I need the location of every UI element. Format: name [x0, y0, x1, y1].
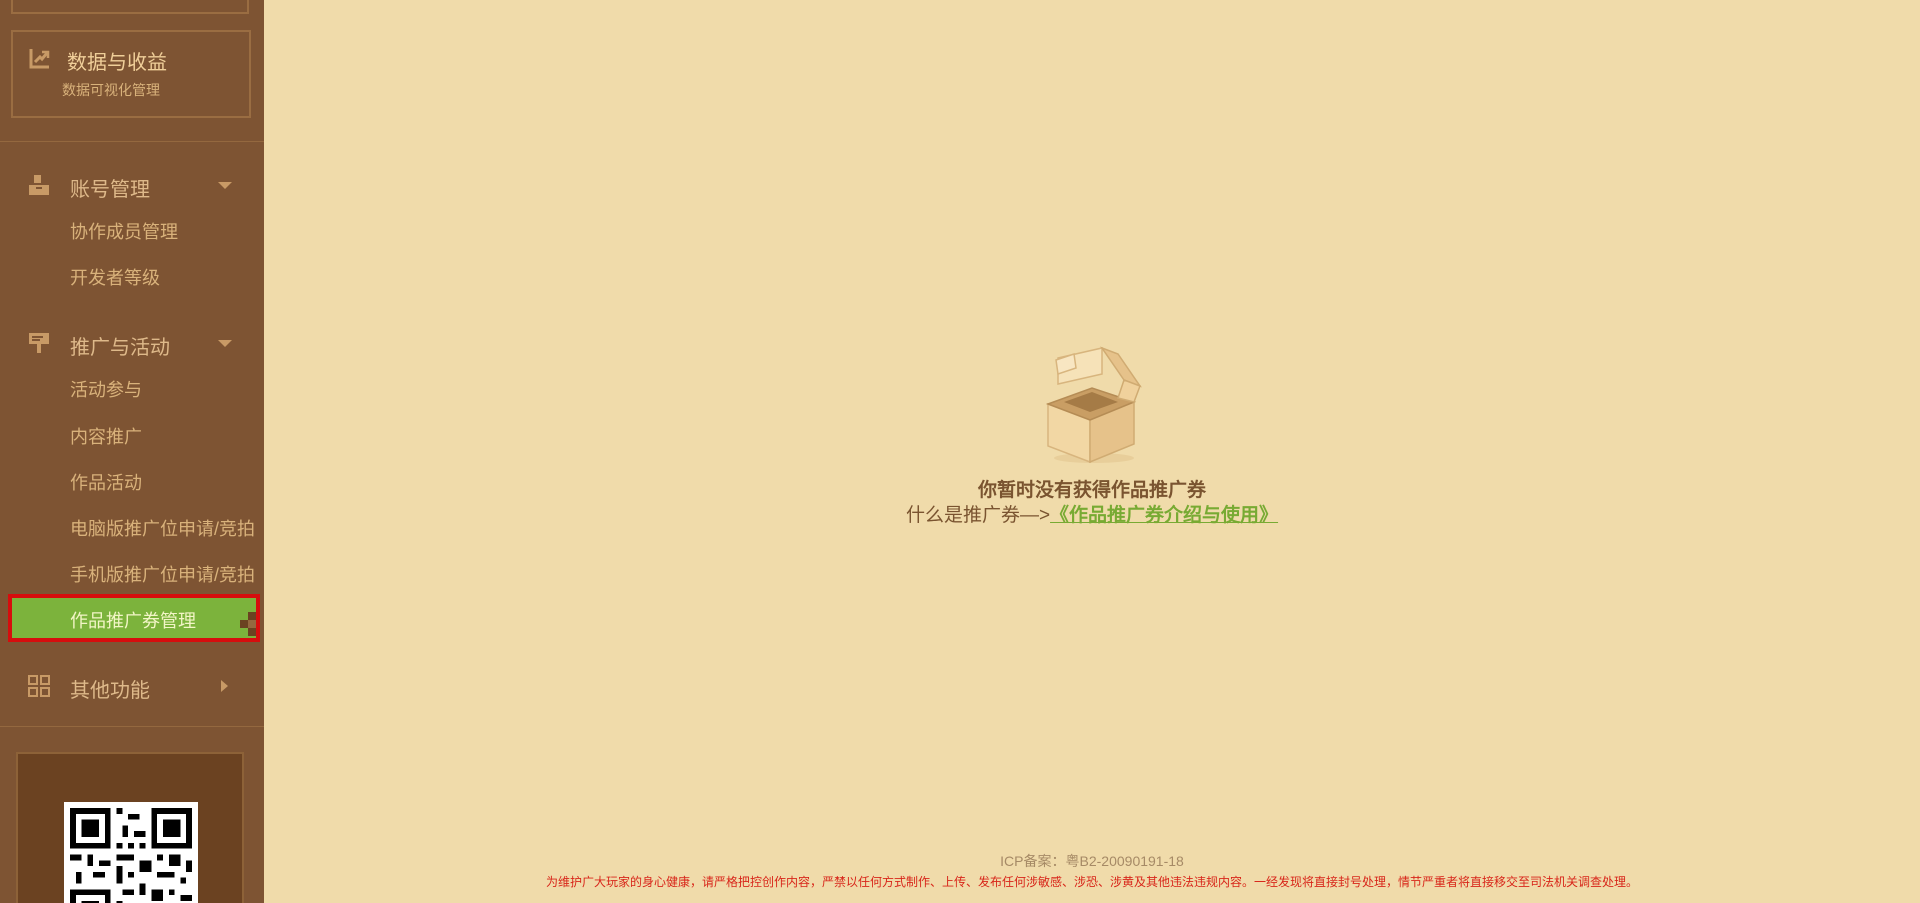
- divider: [0, 726, 264, 727]
- chevron-down-icon: [218, 182, 232, 189]
- sidebar-item-label: 作品活动: [70, 473, 142, 493]
- sidebar-item-developer-level[interactable]: 开发者等级: [0, 254, 264, 298]
- data-card-title: 数据与收益: [67, 52, 167, 74]
- sidebar-item-content-promotion[interactable]: 内容推广: [0, 413, 264, 457]
- qr-code-panel: [16, 752, 244, 903]
- menu-group-label: 推广与活动: [70, 337, 170, 359]
- chart-trend-icon: [29, 49, 50, 69]
- empty-state-title: 你暂时没有获得作品推广券: [977, 480, 1206, 501]
- sidebar-item-works-activity[interactable]: 作品活动: [0, 459, 264, 503]
- account-icon: [29, 175, 49, 195]
- chevron-down-icon: [218, 340, 232, 347]
- sidebar-item-label: 协作成员管理: [70, 222, 178, 242]
- qr-code-image: [64, 802, 198, 903]
- sidebar-item-collaborators[interactable]: 协作成员管理: [0, 208, 264, 252]
- menu-group-promotion[interactable]: 推广与活动: [0, 323, 264, 363]
- sidebar-item-pc-slot-bid[interactable]: 电脑版推广位申请/竞拍: [0, 505, 264, 549]
- coupon-intro-link[interactable]: 《作品推广券介绍与使用》: [1050, 505, 1278, 526]
- sidebar-item-label: 电脑版推广位申请/竞拍: [70, 519, 255, 539]
- chevron-right-icon: [221, 680, 228, 692]
- signboard-icon: [29, 333, 49, 353]
- empty-state-description: 什么是推广券—>《作品推广券介绍与使用》: [264, 500, 1920, 527]
- menu-group-label: 其他功能: [70, 680, 150, 702]
- menu-group-label: 账号管理: [70, 179, 150, 201]
- divider: [0, 141, 264, 142]
- data-revenue-card[interactable]: 数据与收益 数据可视化管理: [11, 30, 251, 118]
- active-corner-decoration-icon: [240, 612, 256, 636]
- sidebar: 数据与收益 数据可视化管理 账号管理 协作成员管理 开发者等级 推广与活动 活动…: [0, 0, 264, 903]
- top-card-partial[interactable]: [11, 0, 249, 14]
- open-box-icon: [1045, 346, 1142, 464]
- main-content: 你暂时没有获得作品推广券 什么是推广券—>《作品推广券介绍与使用》 ICP备案：…: [264, 0, 1920, 903]
- sidebar-item-label: 作品推广券管理: [70, 611, 196, 631]
- sidebar-item-label: 开发者等级: [70, 268, 160, 288]
- content-notice: 为维护广大玩家的身心健康，请严格把控创作内容，严禁以任何方式制作、上传、发布任何…: [545, 875, 1638, 889]
- menu-group-other[interactable]: 其他功能: [0, 666, 264, 706]
- sidebar-item-event-participation[interactable]: 活动参与: [0, 366, 264, 410]
- sidebar-item-label: 手机版推广位申请/竞拍: [70, 565, 255, 585]
- data-card-subtitle: 数据可视化管理: [62, 82, 160, 98]
- sidebar-item-coupon-management[interactable]: 作品推广券管理: [8, 594, 260, 642]
- sidebar-item-label: 活动参与: [70, 380, 142, 400]
- qr-code-icon: [70, 808, 192, 903]
- menu-group-account[interactable]: 账号管理: [0, 165, 264, 205]
- grid-icon: [28, 675, 50, 697]
- icp-record: ICP备案：粤B2-20090191-18: [1000, 853, 1184, 869]
- sidebar-item-label: 内容推广: [70, 427, 142, 447]
- empty-desc-prefix: 什么是推广券—>: [905, 505, 1051, 526]
- sidebar-item-mobile-slot-bid[interactable]: 手机版推广位申请/竞拍: [0, 551, 264, 595]
